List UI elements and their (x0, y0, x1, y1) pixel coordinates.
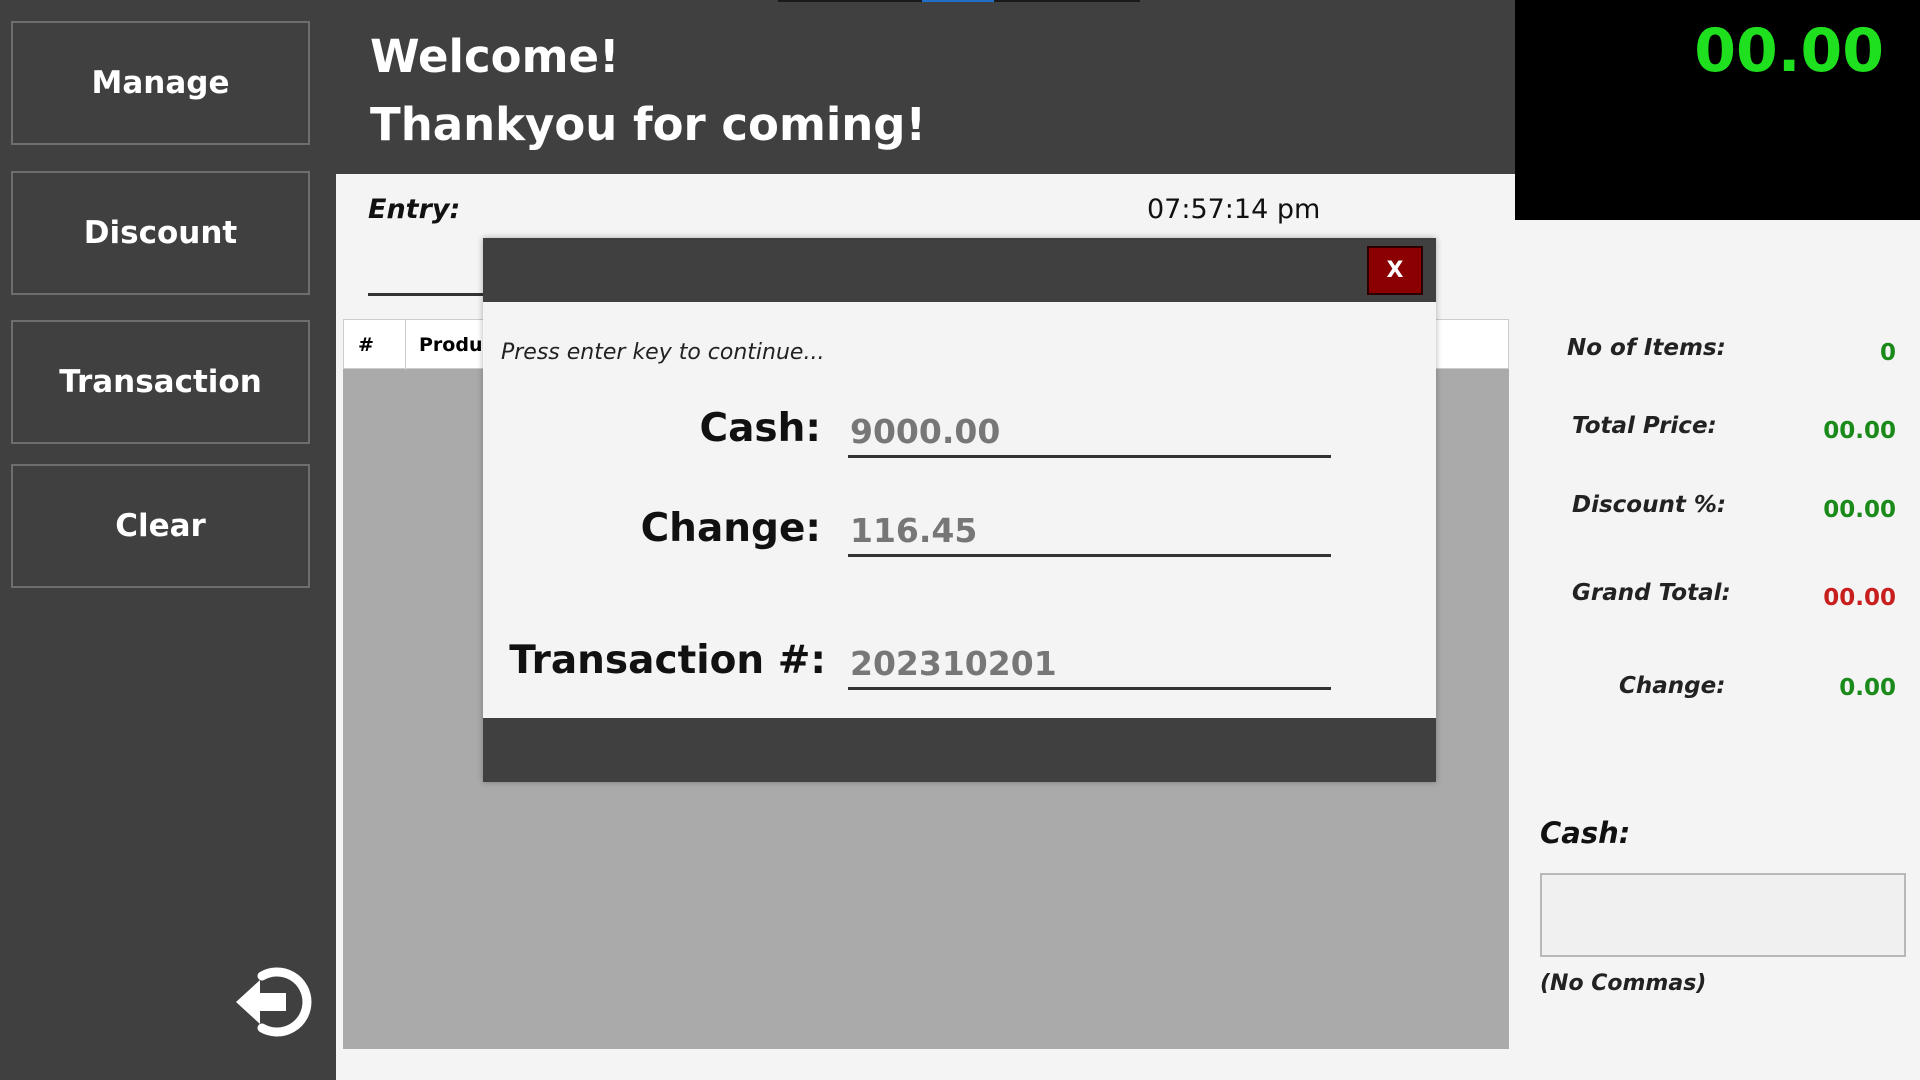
clock: 07:57:14 pm (1147, 194, 1321, 225)
tab-strip (778, 0, 1140, 2)
thankyou-text: Thankyou for coming! (370, 98, 927, 151)
clear-button[interactable]: Clear (11, 464, 310, 588)
payment-dialog: X Press enter key to continue... Cash: C… (483, 238, 1436, 782)
manage-button[interactable]: Manage (11, 21, 310, 145)
column-header-product[interactable]: Produ (419, 334, 482, 356)
entry-input[interactable] (368, 293, 488, 296)
total-price-label: Total Price: (1572, 413, 1717, 439)
dialog-titlebar: X (483, 238, 1436, 302)
cash-input[interactable] (1540, 873, 1906, 957)
dialog-change-label: Change: (640, 506, 821, 551)
change-label: Change: (1619, 673, 1726, 699)
dialog-cash-label: Cash: (699, 406, 821, 451)
cash-label: Cash: (1540, 816, 1631, 850)
entry-label: Entry: (368, 194, 461, 225)
discount-percent-value: 00.00 (1823, 497, 1896, 523)
amount-display: 00.00 (1515, 0, 1920, 220)
change-value: 0.00 (1839, 675, 1896, 701)
dialog-transaction-label: Transaction #: (509, 638, 826, 683)
logout-arrow-icon[interactable] (230, 962, 314, 1042)
column-header-number[interactable]: # (344, 320, 406, 370)
display-amount: 00.00 (1694, 16, 1884, 86)
no-commas-note: (No Commas) (1540, 971, 1707, 996)
dialog-hint: Press enter key to continue... (501, 340, 825, 365)
grand-total-value: 00.00 (1823, 585, 1896, 611)
discount-button[interactable]: Discount (11, 171, 310, 295)
discount-percent-label: Discount %: (1572, 492, 1727, 518)
sidebar: Manage Discount Transaction Clear (0, 0, 336, 1080)
header: Welcome! Thankyou for coming! (336, 0, 1515, 174)
welcome-text: Welcome! (370, 30, 620, 83)
dialog-footer (483, 718, 1436, 782)
no-of-items-label: No of Items: (1567, 335, 1726, 361)
transaction-button[interactable]: Transaction (11, 320, 310, 444)
total-price-value: 00.00 (1823, 418, 1896, 444)
grand-total-label: Grand Total: (1572, 580, 1731, 606)
dialog-cash-field[interactable] (848, 408, 1331, 458)
dialog-transaction-field[interactable] (848, 640, 1331, 690)
close-button[interactable]: X (1367, 246, 1423, 295)
active-tab-indicator (922, 0, 994, 2)
no-of-items-value: 0 (1879, 340, 1896, 366)
dialog-change-field[interactable] (848, 507, 1331, 557)
